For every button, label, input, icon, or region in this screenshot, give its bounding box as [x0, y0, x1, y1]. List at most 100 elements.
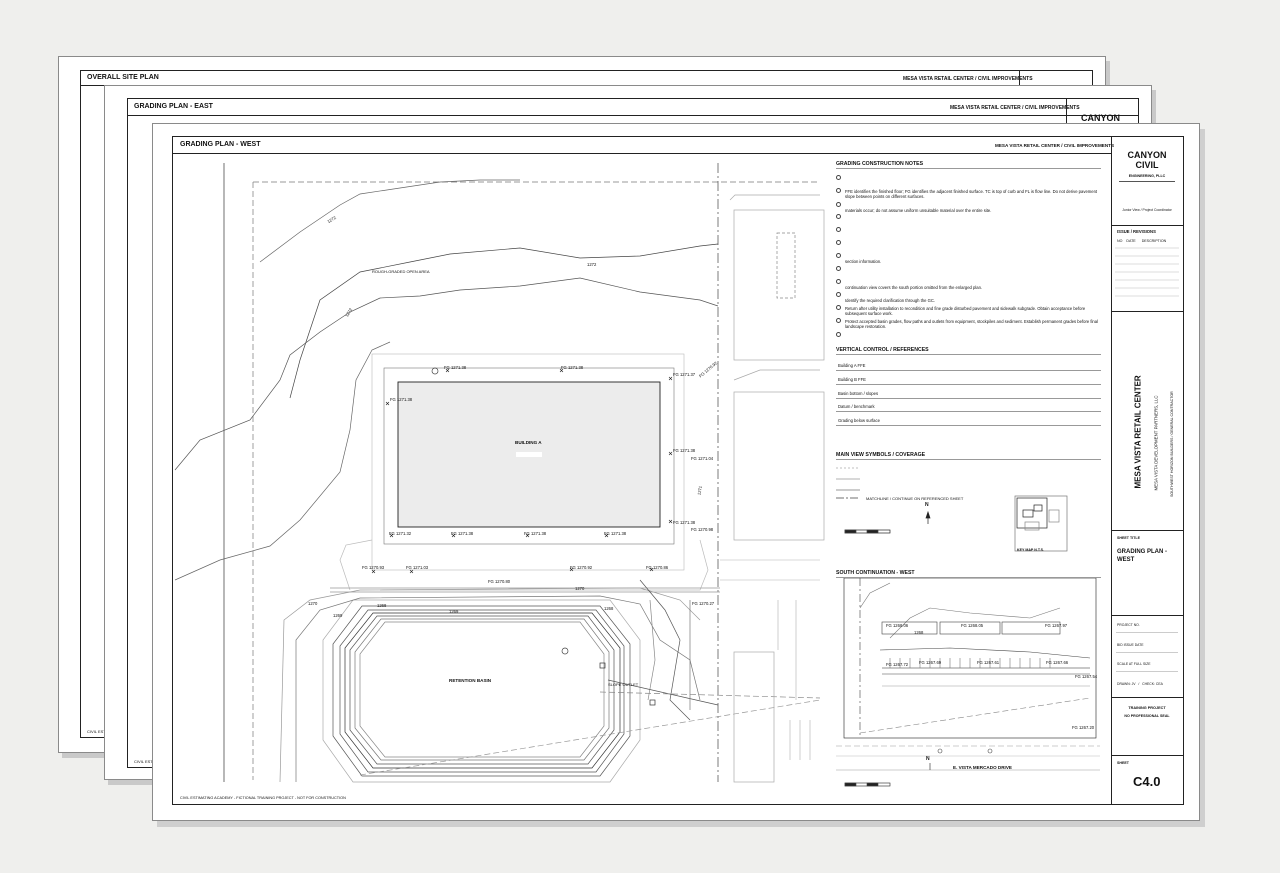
note-marker	[836, 266, 841, 271]
sheet-number: C4.0	[1133, 774, 1161, 789]
note-marker	[836, 292, 841, 297]
sheet-title-value: GRADING PLAN - WEST	[1117, 549, 1167, 563]
rule	[836, 411, 1101, 412]
firm-name: CANYON CIVIL	[1127, 150, 1167, 170]
note-marker	[836, 279, 841, 284]
project-no-label: PROJECT NO.	[1117, 623, 1140, 627]
rule	[836, 398, 1101, 399]
vertical-row: Grading below surface	[838, 418, 880, 423]
tb-rule	[1111, 697, 1183, 698]
spot-elevation: FG 1271.38	[673, 448, 696, 453]
issue-cols: NO DATE DESCRIPTION	[1117, 239, 1167, 243]
contour-label: 1272	[587, 262, 597, 267]
cont-spot: FG 1267.66	[1046, 660, 1069, 665]
spot-elevation: FG 1270.92	[570, 565, 593, 570]
note-marker	[836, 253, 841, 258]
cont-spot: FG 1268.06	[886, 623, 909, 628]
spot-elevation: FG 1271.38	[390, 397, 413, 402]
cont-spot: FG 1268.05	[961, 623, 984, 628]
spot-elevation: FG 1271.38	[451, 531, 474, 536]
issue-table	[1115, 247, 1179, 297]
note-marker	[836, 175, 841, 180]
note-text: FFE identifies the finished floor; FG id…	[845, 189, 1098, 199]
note-text: Protect accepted basin grades, flow path…	[845, 319, 1099, 329]
rule	[836, 384, 1101, 385]
note-marker	[836, 202, 841, 207]
vertical-row: Building B FFE	[838, 377, 866, 382]
north-label: N	[926, 756, 930, 762]
spot-elevation: FG 1270.80	[488, 579, 511, 584]
rule	[836, 370, 1101, 371]
tb-line	[1116, 671, 1178, 672]
cont-spot: FG 1267.97	[1045, 623, 1068, 628]
spot-elevation: FG 1271.04	[691, 456, 714, 461]
note-marker	[836, 318, 841, 323]
firm-sub: ENGINEERING, PLLC	[1128, 174, 1166, 178]
training-label: TRAINING PROJECT	[1128, 706, 1166, 710]
spot-elevation: FG 1271.03	[406, 565, 429, 570]
note-text: section information.	[845, 259, 882, 264]
symbols-drawing	[836, 467, 1068, 552]
note-marker	[836, 227, 841, 232]
note-text: Identify the required clarification thro…	[845, 298, 936, 303]
contour-label: 1269	[449, 609, 459, 614]
rule	[836, 354, 1101, 355]
tb-rule	[1111, 755, 1183, 756]
tb-rule	[1111, 225, 1183, 226]
cont-spot: FG 1267.61	[977, 660, 1000, 665]
note-marker	[836, 188, 841, 193]
gc-name: SOUTHWEST HORIZON BUILDERS / GENERAL CON…	[1170, 391, 1174, 497]
tb-rule	[1111, 530, 1183, 531]
vertical-heading: VERTICAL CONTROL / REFERENCES	[836, 347, 929, 353]
contour-label: 1268	[604, 606, 614, 611]
cont-spot: 1268	[914, 630, 924, 635]
spot-elevation: FG 1270.93	[362, 565, 385, 570]
note-marker	[836, 240, 841, 245]
spot-elevation: FG 1271.38	[673, 520, 696, 525]
contour-label: 1270	[308, 601, 318, 606]
tb-line	[1116, 652, 1178, 653]
cont-spot: FG 1267.54	[1075, 674, 1098, 679]
spot-elevation: FG 1271.32	[389, 531, 412, 536]
vertical-row: Basin bottom / slopes	[838, 391, 879, 396]
vertical-row: Building A FFE	[838, 363, 866, 368]
spot-elevation: FG 1271.38	[561, 365, 584, 370]
sheet-title-label: SHEET TITLE	[1117, 536, 1140, 540]
scale-label: SCALE AT FULL SIZE	[1117, 662, 1151, 666]
spot-elevation: FG 1271.38	[524, 531, 547, 536]
tb-line	[1116, 632, 1178, 633]
sheet-label: SHEET	[1117, 761, 1129, 765]
contour-label: 1269	[333, 613, 343, 618]
note-marker	[836, 214, 841, 219]
building-a-label: BUILDING A	[515, 440, 542, 445]
cont-spot: FG 1267.72	[886, 662, 909, 667]
notes-rule	[836, 168, 1101, 169]
spot-elevation: FG 1270.98	[691, 527, 714, 532]
bid-date-label: BID ISSUE DATE	[1117, 643, 1144, 647]
firm-rule	[1119, 181, 1175, 182]
continuation-heading: SOUTH CONTINUATION - WEST	[836, 570, 915, 576]
spot-elevation: FG 1270.86	[646, 565, 669, 570]
retention-basin-label: RETENTION BASIN	[449, 678, 492, 683]
drawn-label: DRAWN: JV / CHECK: CEA	[1117, 682, 1163, 686]
note-text: Return after utility installation to rec…	[845, 306, 1086, 316]
owner-name: MESA VISTA DEVELOPMENT PARTNERS, LLC	[1153, 395, 1159, 491]
role-line: Junior View / Project Coordinator	[1122, 208, 1172, 212]
matchline-label: MATCHLINE / CONTINUE ON REFERENCED SHEET	[866, 496, 964, 501]
note-marker	[836, 332, 841, 337]
spot-elevation: FG 1271.38	[604, 531, 627, 536]
notes-heading: GRADING CONSTRUCTION NOTES	[836, 161, 924, 167]
spot-elevation: FG 1271.37	[673, 372, 696, 377]
contour-label: 1270	[575, 586, 585, 591]
tb-rule	[1111, 311, 1183, 312]
slope-outlet-label: SLOPE OUTLET	[608, 682, 639, 687]
rough-graded-label: ROUGH-GRADED OPEN AREA	[372, 269, 430, 274]
spot-elevation: FG 1271.38	[444, 365, 467, 370]
sheet-footer: CIVIL ESTIMATING ACADEMY - FICTIONAL TRA…	[180, 796, 346, 800]
street-label: E. VISTA MERCADO DRIVE	[953, 765, 1012, 770]
note-marker	[836, 305, 841, 310]
vertical-row: Datum / benchmark	[838, 404, 875, 409]
tb-rule	[1111, 615, 1183, 616]
keymap-label: KEY MAP N.T.S.	[1017, 548, 1045, 552]
cont-spot: FG 1267.69	[919, 660, 942, 665]
